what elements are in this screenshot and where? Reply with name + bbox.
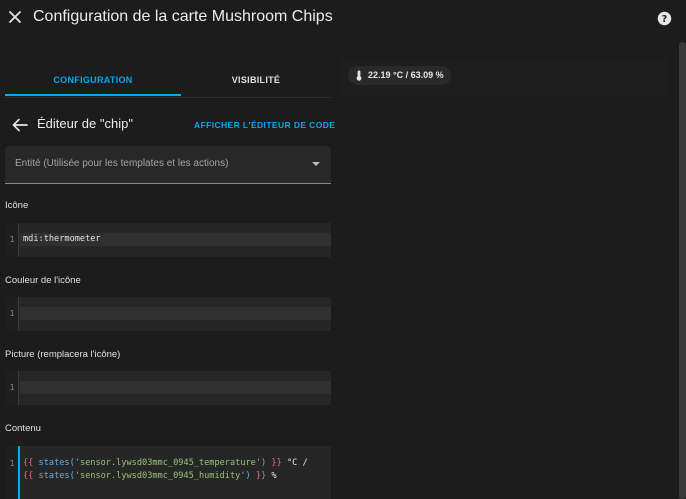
- chip-text: 22.19 °C / 63.09 %: [368, 70, 444, 80]
- states-function: states(: [38, 458, 75, 468]
- icon-code-input[interactable]: 1 mdi:thermometer: [5, 223, 331, 257]
- entity-select[interactable]: Entité (Utilisée pour les templates et l…: [5, 146, 331, 184]
- template-close: }}: [271, 458, 282, 468]
- line-number: 1: [9, 383, 15, 392]
- focus-indicator: [18, 446, 20, 499]
- active-line: [20, 381, 331, 394]
- icon-color-field-label: Couleur de l'icône: [5, 275, 81, 286]
- entity-select-label: Entité (Utilisée pour les templates et l…: [15, 158, 229, 169]
- dialog-header: Configuration de la carte Mushroom Chips…: [0, 0, 686, 36]
- states-function: states(: [38, 471, 75, 481]
- template-open: {{: [23, 471, 34, 481]
- picture-code-input[interactable]: 1: [5, 371, 331, 405]
- line-number: 1: [9, 309, 15, 318]
- svg-text:?: ?: [662, 14, 667, 25]
- active-line: [20, 307, 331, 320]
- show-code-editor-button[interactable]: AFFICHER L'ÉDITEUR DE CODE: [194, 120, 335, 130]
- editor-panel: CONFIGURATION VISIBILITÉ Éditeur de "chi…: [0, 36, 337, 499]
- scrollbar[interactable]: [679, 42, 686, 499]
- editor-title: Éditeur de "chip": [37, 116, 133, 131]
- tab-configuration[interactable]: CONFIGURATION: [5, 61, 181, 96]
- back-arrow-icon[interactable]: [12, 118, 28, 132]
- content-line-1: {{ states('sensor.lywsd03mmc_0945_temper…: [23, 458, 308, 468]
- template-open: {{: [23, 458, 34, 468]
- unit-text: %: [266, 471, 277, 481]
- line-number: 1: [9, 235, 15, 244]
- entity-string: 'sensor.lywsd03mmc_0945_temperature': [74, 458, 262, 468]
- line-gutter: [5, 446, 19, 499]
- help-icon[interactable]: ?: [657, 11, 672, 26]
- card-preview: 22.19 °C / 63.09 %: [338, 58, 669, 95]
- icon-field-label: Icône: [5, 200, 29, 211]
- content-line-2: {{ states('sensor.lywsd03mmc_0945_humidi…: [23, 471, 277, 481]
- entity-string: 'sensor.lywsd03mmc_0945_humidity': [74, 471, 246, 481]
- content-field-label: Contenu: [5, 423, 41, 434]
- template-close: }}: [255, 471, 267, 481]
- close-icon[interactable]: [6, 8, 24, 26]
- line-number: 1: [9, 459, 15, 468]
- function-close: ): [245, 471, 251, 481]
- dropdown-arrow-icon: [312, 162, 320, 166]
- icon-value: mdi:thermometer: [23, 234, 101, 244]
- function-close: ): [261, 458, 267, 468]
- unit-text: °C /: [281, 458, 308, 468]
- content-code-input[interactable]: 1 {{ states('sensor.lywsd03mmc_0945_temp…: [5, 446, 331, 499]
- dialog-title: Configuration de la carte Mushroom Chips: [33, 8, 333, 25]
- icon-color-code-input[interactable]: 1: [5, 297, 331, 331]
- picture-field-label: Picture (remplacera l'icône): [5, 349, 121, 360]
- tab-visibilite[interactable]: VISIBILITÉ: [181, 61, 331, 96]
- tabs-divider: [5, 97, 331, 98]
- thermometer-icon: [356, 70, 362, 81]
- tab-bar: CONFIGURATION VISIBILITÉ: [5, 61, 331, 96]
- chip[interactable]: 22.19 °C / 63.09 %: [348, 66, 451, 85]
